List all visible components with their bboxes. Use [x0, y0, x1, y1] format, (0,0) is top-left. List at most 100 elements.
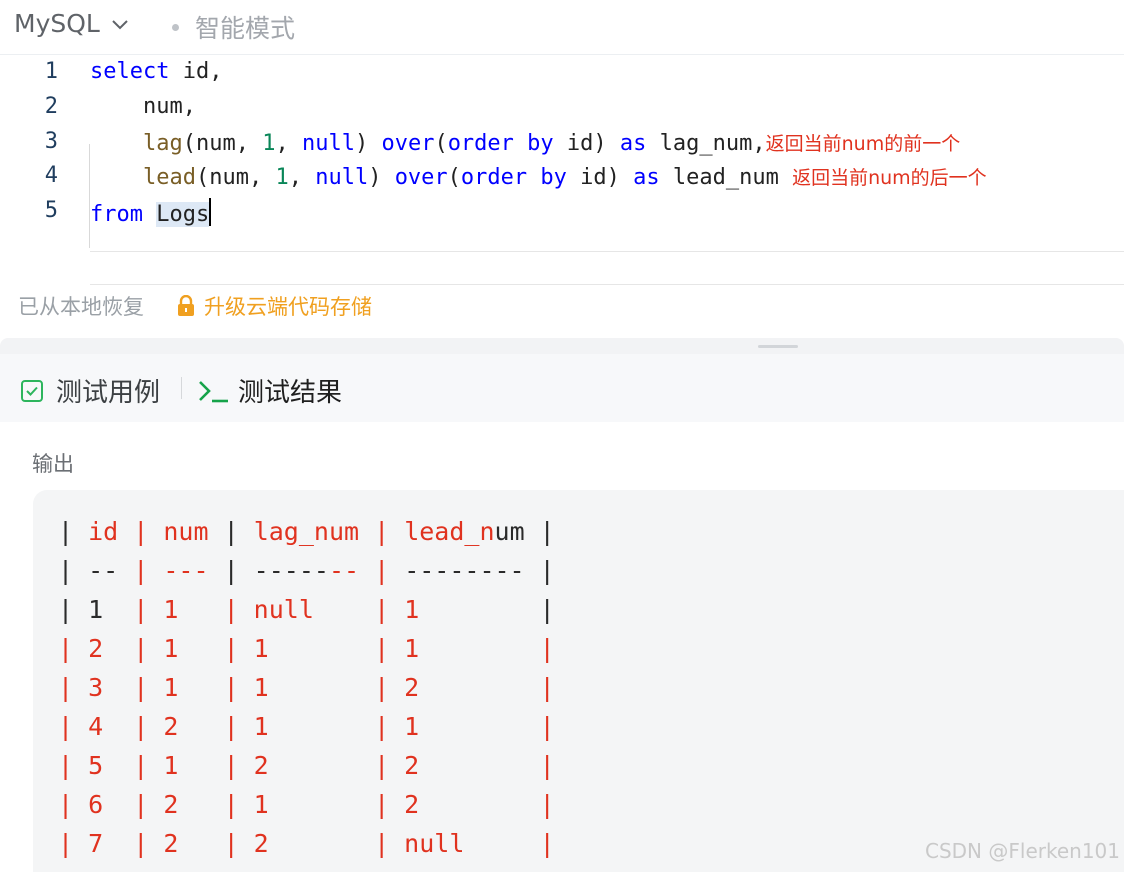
output-token: | 2 | 1 | 1 | 1 | — [58, 634, 555, 663]
result-tabs: 测试用例 测试结果 — [0, 354, 1124, 422]
code-line[interactable]: 3 lag(num, 1, null) over(order by id) as… — [0, 126, 1124, 161]
code-token: as — [619, 130, 647, 156]
code-token: ( — [434, 130, 448, 156]
output-row: | -- | --- | ------- | -------- | — [58, 551, 555, 590]
output-label: 输出 — [32, 452, 74, 476]
code-text: num, — [90, 94, 196, 119]
code-text: lead(num, 1, null) over(order by id) as … — [90, 163, 987, 190]
code-token: lag_num, — [646, 130, 766, 156]
smart-mode-toggle[interactable]: 智能模式 — [172, 9, 295, 45]
language-selector[interactable]: MySQL — [14, 9, 130, 38]
tab-testcase-label: 测试用例 — [56, 378, 161, 408]
code-token: as — [633, 165, 660, 191]
upgrade-label: 升级云端代码存储 — [204, 295, 372, 319]
output-token: | — [58, 517, 89, 546]
output-text: | id | num | lag_num | lead_num | | -- | … — [58, 512, 555, 863]
output-token: num — [163, 517, 209, 546]
code-token: lead_num — [659, 165, 793, 191]
line-number: 3 — [44, 128, 58, 154]
code-editor[interactable]: 1 select id, 2 num, 3 lag(num, 1, null) ove… — [0, 56, 1124, 285]
terminal-icon — [199, 380, 228, 402]
output-token: | — [539, 595, 555, 624]
code-token: over — [381, 130, 435, 156]
code-token: lead — [142, 165, 196, 191]
mode-dot-icon — [172, 23, 179, 31]
code-token: id) — [566, 165, 634, 191]
code-line[interactable]: 1 select id, — [0, 56, 1124, 91]
output-token: | 4 | 2 | 1 | 1 | — [58, 712, 555, 741]
code-token: 1 — [262, 130, 276, 156]
lock-icon — [178, 295, 194, 316]
output-row: | 1 | 1 | null | 1 | — [58, 590, 555, 629]
tab-result-label: 测试结果 — [238, 378, 343, 408]
output-token: | 3 | 1 | 1 | 2 | — [58, 673, 555, 702]
code-line[interactable]: 5 from Logs — [0, 195, 1124, 230]
checkbox-icon — [21, 379, 43, 402]
watermark: CSDN @Flerken101 — [925, 839, 1120, 863]
code-token: null — [315, 165, 369, 191]
code-token: , — [288, 165, 316, 191]
output-token: | -- — [58, 556, 134, 585]
output-token: | — [208, 517, 254, 546]
line-number: 4 — [44, 163, 58, 189]
text-cursor — [209, 198, 212, 227]
code-line[interactable]: 4 lead(num, 1, null) over(order by id) a… — [0, 160, 1124, 195]
output-row: | 3 | 1 | 1 | 2 | — [58, 668, 555, 707]
mode-label: 智能模式 — [195, 14, 296, 43]
output-token: -------- | — [404, 556, 555, 585]
code-token: over — [394, 165, 448, 191]
tab-testcase[interactable]: 测试用例 — [20, 372, 160, 409]
panel-splitter — [0, 338, 1124, 354]
output-token: | 1 | null | 1 — [133, 595, 540, 624]
output-token: lag_num — [253, 517, 360, 546]
output-token: | — [359, 556, 405, 585]
code-token: ( — [447, 165, 461, 191]
code-text: select id, — [90, 59, 222, 84]
code-token: lag — [142, 130, 183, 156]
resize-handle[interactable] — [758, 345, 798, 348]
restore-status: 已从本地恢复 — [18, 295, 144, 319]
code-annotation: 返回当前num的前一个 — [765, 132, 961, 155]
line-number: 1 — [44, 59, 58, 84]
output-token: | 6 | 2 | 1 | 2 | — [58, 790, 555, 819]
output-token: | --- — [133, 556, 224, 585]
code-token: , — [275, 130, 302, 156]
output-row: | 5 | 1 | 2 | 2 | — [58, 746, 555, 785]
output-token: | — [118, 517, 164, 546]
code-line[interactable]: 2 num, — [0, 91, 1124, 126]
output-row: | 6 | 2 | 1 | 2 | — [58, 785, 555, 824]
line-number: 2 — [44, 93, 58, 119]
code-token: (num, — [182, 130, 263, 156]
code-token: (num, — [195, 165, 276, 191]
tab-result[interactable]: 测试结果 — [198, 372, 342, 409]
toolbar-divider — [0, 54, 1124, 55]
code-text: lag(num, 1, null) over(order by id) as l… — [90, 129, 960, 156]
tab-separator — [181, 377, 182, 399]
code-token: id, — [169, 59, 223, 84]
output-token: lead_n — [404, 517, 495, 546]
code-token: order by — [460, 165, 567, 191]
code-token: null — [301, 130, 355, 156]
output-row: | 2 | 1 | 1 | 1 | — [58, 629, 555, 668]
output-row: | 4 | 2 | 1 | 1 | — [58, 707, 555, 746]
code-token: from — [90, 202, 143, 228]
output-token: | 7 | 2 | 2 | null | — [58, 829, 555, 858]
output-token: | 1 — [58, 595, 134, 624]
code-token: ) — [368, 165, 395, 191]
output-token: | 5 | 1 | 2 | 2 | — [58, 751, 555, 780]
code-token: num, — [90, 93, 196, 119]
output-row: | id | num | lag_num | lead_num | — [58, 512, 555, 551]
output-row: | 7 | 2 | 2 | null | — [58, 824, 555, 863]
code-token: id) — [553, 130, 620, 156]
code-token: select — [90, 59, 170, 84]
output-token: um | — [494, 517, 555, 546]
current-line-highlight — [90, 251, 1124, 285]
upgrade-storage-link[interactable]: 升级云端代码存储 — [176, 291, 372, 321]
output-token: | — [359, 517, 405, 546]
editor-toolbar: MySQL 智能模式 — [0, 0, 1124, 52]
code-text: from Logs — [90, 198, 212, 228]
code-token: Logs — [156, 202, 210, 228]
code-token: order by — [447, 130, 554, 156]
